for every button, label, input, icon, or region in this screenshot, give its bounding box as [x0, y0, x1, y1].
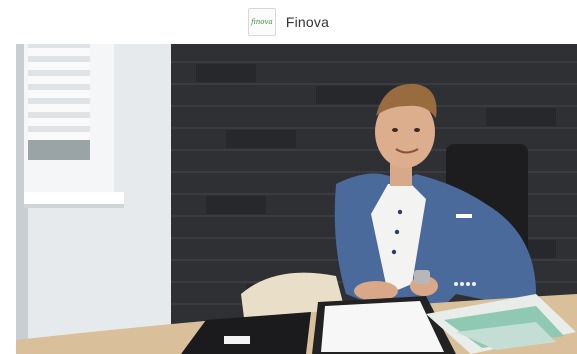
window — [24, 44, 124, 208]
video-frame[interactable] — [16, 44, 577, 354]
brand-logo-text: finova — [251, 18, 273, 26]
app-header: finova Finova — [0, 0, 577, 44]
brand-logo[interactable]: finova — [247, 8, 276, 36]
brand-title: Finova — [285, 14, 330, 30]
video-scene — [16, 44, 577, 354]
